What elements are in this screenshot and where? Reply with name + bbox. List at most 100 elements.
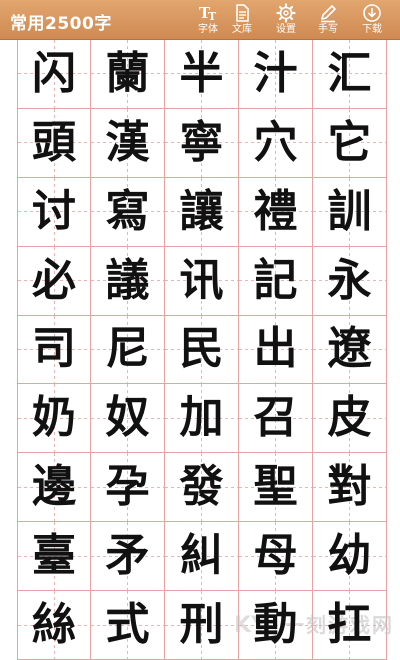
character-cell[interactable]: 蘭	[91, 40, 165, 109]
pencil-icon	[321, 5, 336, 23]
character-cell[interactable]: 刑	[165, 591, 239, 660]
character-cell[interactable]: 寫	[91, 177, 165, 247]
character-cell[interactable]: 發	[165, 453, 239, 523]
character-glyph: 扛	[327, 599, 372, 651]
character-glyph: 民	[179, 323, 224, 375]
character-glyph: 禮	[253, 185, 298, 237]
character-cell[interactable]: 母	[239, 522, 313, 592]
character-cell[interactable]: 加	[165, 384, 239, 454]
left-margin	[0, 40, 17, 660]
character-glyph: 矛	[105, 530, 150, 582]
character-glyph: 絲	[32, 599, 76, 651]
character-cell[interactable]: 矛	[91, 522, 165, 592]
download-button[interactable]: 下载	[352, 2, 392, 38]
character-cell[interactable]: 汁	[239, 40, 313, 109]
character-cell[interactable]: 議	[91, 246, 165, 316]
character-cell[interactable]: 對	[313, 453, 387, 523]
library-button-label: 文库	[232, 24, 252, 35]
character-glyph: 讓	[179, 185, 224, 237]
character-glyph: 永	[327, 254, 372, 306]
download-icon	[363, 4, 381, 22]
character-cell[interactable]: 它	[313, 108, 387, 178]
character-cell[interactable]: 禮	[239, 177, 313, 247]
character-glyph: 聖	[253, 461, 298, 513]
character-glyph: 孕	[105, 461, 150, 513]
character-glyph: 議	[105, 254, 150, 306]
character-glyph: 寫	[105, 185, 150, 237]
download-button-label: 下载	[362, 24, 382, 35]
character-glyph: 刑	[179, 599, 224, 651]
character-cell[interactable]: 孕	[91, 453, 165, 523]
character-glyph: 奴	[105, 392, 150, 444]
character-cell[interactable]: 奶	[17, 384, 91, 454]
character-glyph: 汁	[253, 47, 298, 99]
font-button-label: 字体	[198, 24, 218, 35]
character-cell[interactable]: 出	[239, 315, 313, 385]
character-glyph: 寧	[179, 116, 224, 168]
character-glyph: 加	[179, 392, 224, 444]
character-glyph: 皮	[327, 392, 372, 444]
handwrite-button-label: 手写	[318, 24, 338, 35]
character-glyph: 奶	[32, 392, 76, 444]
character-glyph: 對	[327, 461, 372, 513]
character-cell[interactable]: 遼	[313, 315, 387, 385]
character-cell[interactable]: 漢	[91, 108, 165, 178]
character-glyph: 糾	[179, 530, 224, 582]
character-cell[interactable]: 讯	[165, 246, 239, 316]
character-cell[interactable]: 頭	[17, 108, 91, 178]
character-cell[interactable]: 式	[91, 591, 165, 660]
character-glyph: 記	[253, 254, 298, 306]
character-glyph: 必	[32, 254, 76, 306]
character-glyph: 召	[253, 392, 298, 444]
character-glyph: 闪	[32, 47, 76, 99]
character-cell[interactable]: 扛	[313, 591, 387, 660]
character-cell[interactable]: 寧	[165, 108, 239, 178]
character-cell[interactable]: 臺	[17, 522, 91, 592]
character-glyph: 幼	[327, 530, 372, 582]
settings-button-label: 设置	[276, 24, 296, 35]
character-glyph: 它	[327, 116, 372, 168]
character-cell[interactable]: 聖	[239, 453, 313, 523]
svg-text:T: T	[208, 10, 217, 23]
character-cell[interactable]: 記	[239, 246, 313, 316]
handwrite-button[interactable]: 手写	[308, 2, 348, 38]
character-glyph: 發	[179, 461, 224, 513]
character-cell[interactable]: 汇	[313, 40, 387, 109]
character-cell[interactable]: 穴	[239, 108, 313, 178]
character-glyph: 訓	[327, 185, 372, 237]
character-glyph: 邊	[32, 461, 76, 513]
top-toolbar: 常用2500字 T T 字体 文库 设置 手写 下载	[0, 0, 400, 40]
character-cell[interactable]: 絲	[17, 591, 91, 660]
character-cell[interactable]: 糾	[165, 522, 239, 592]
character-glyph: 讨	[32, 185, 76, 237]
character-glyph: 漢	[105, 116, 150, 168]
library-button[interactable]: 文库	[222, 2, 262, 38]
character-cell[interactable]: 司	[17, 315, 91, 385]
character-cell[interactable]: 召	[239, 384, 313, 454]
character-cell[interactable]: 邊	[17, 453, 91, 523]
character-cell[interactable]: 必	[17, 246, 91, 316]
character-glyph: 遼	[327, 323, 372, 375]
character-cell[interactable]: 皮	[313, 384, 387, 454]
font-icon: T T	[199, 4, 217, 23]
character-grid: 闪蘭半汁汇頭漢寧穴它讨寫讓禮訓必議讯記永司尼民出遼奶奴加召皮邊孕發聖對臺矛糾母幼…	[17, 40, 387, 660]
character-glyph: 司	[32, 323, 76, 375]
character-cell[interactable]: 讨	[17, 177, 91, 247]
character-cell[interactable]: 永	[313, 246, 387, 316]
character-glyph: 汇	[327, 47, 372, 99]
character-glyph: 讯	[179, 254, 224, 306]
character-cell[interactable]: 奴	[91, 384, 165, 454]
character-cell[interactable]: 半	[165, 40, 239, 109]
character-cell[interactable]: 民	[165, 315, 239, 385]
character-cell[interactable]: 動	[239, 591, 313, 660]
character-glyph: 蘭	[105, 47, 150, 99]
character-cell[interactable]: 尼	[91, 315, 165, 385]
character-glyph: 動	[253, 599, 298, 651]
settings-button[interactable]: 设置	[266, 2, 306, 38]
character-cell[interactable]: 讓	[165, 177, 239, 247]
character-cell[interactable]: 訓	[313, 177, 387, 247]
character-cell[interactable]: 闪	[17, 40, 91, 109]
character-glyph: 式	[105, 599, 150, 651]
character-cell[interactable]: 幼	[313, 522, 387, 592]
character-glyph: 穴	[253, 116, 298, 168]
